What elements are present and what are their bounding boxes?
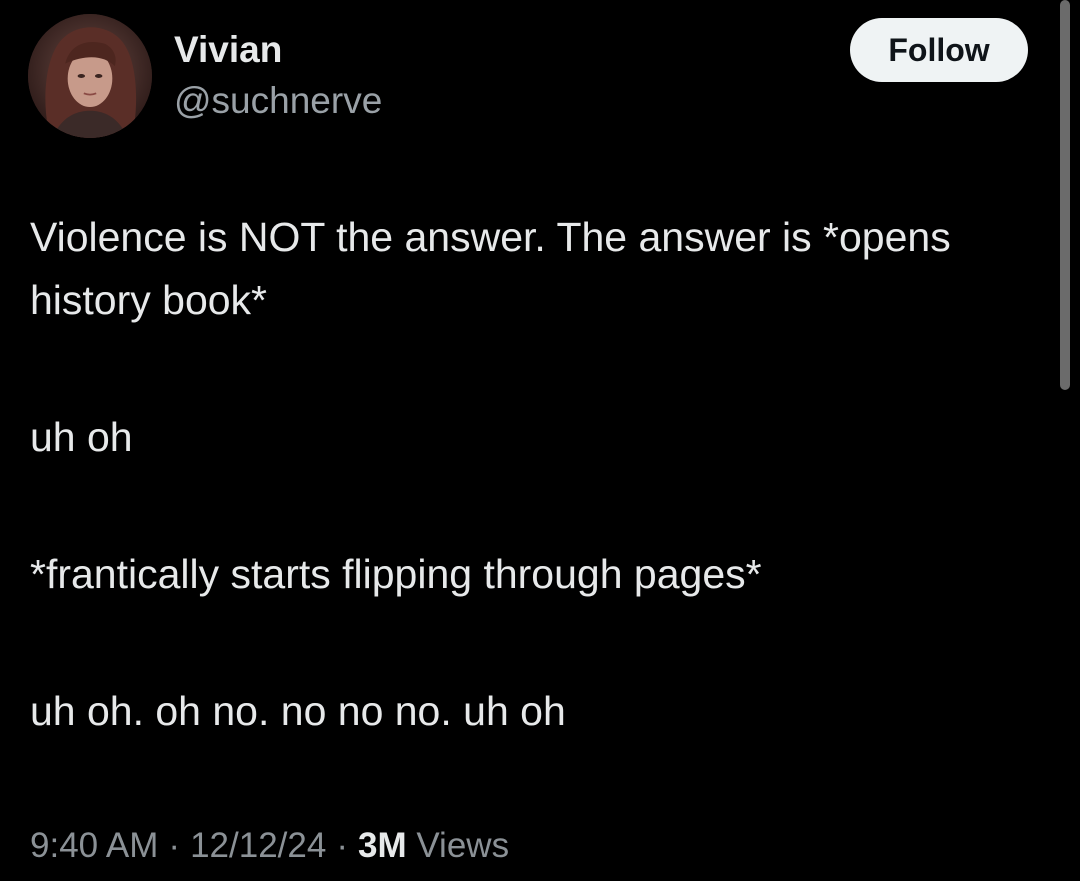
scrollbar-thumb[interactable]: [1060, 0, 1070, 390]
views-count[interactable]: 3M: [358, 826, 407, 865]
tweet-time[interactable]: 9:40 AM: [30, 826, 158, 865]
tweet-paragraph: Violence is NOT the answer. The answer i…: [30, 214, 951, 323]
author-handle[interactable]: @suchnerve: [174, 79, 382, 123]
follow-button[interactable]: Follow: [850, 18, 1028, 82]
separator-dot: ·: [336, 826, 348, 865]
tweet-card: Vivian @suchnerve Follow Violence is NOT…: [0, 0, 1080, 881]
avatar-image: [28, 14, 152, 138]
tweet-metadata: 9:40 AM · 12/12/24 · 3M Views: [30, 822, 509, 870]
tweet-paragraph: uh oh. oh no. no no no. uh oh: [30, 688, 566, 734]
views-label[interactable]: Views: [416, 826, 509, 865]
tweet-text: Violence is NOT the answer. The answer i…: [30, 206, 1030, 817]
tweet-date[interactable]: 12/12/24: [190, 826, 326, 865]
author-avatar[interactable]: [28, 14, 152, 138]
scrollbar[interactable]: [1060, 0, 1070, 881]
tweet-paragraph: uh oh: [30, 414, 133, 460]
separator-dot: ·: [168, 826, 181, 865]
tweet-paragraph: *frantically starts flipping through pag…: [30, 551, 762, 597]
author-display-name[interactable]: Vivian: [174, 28, 282, 72]
